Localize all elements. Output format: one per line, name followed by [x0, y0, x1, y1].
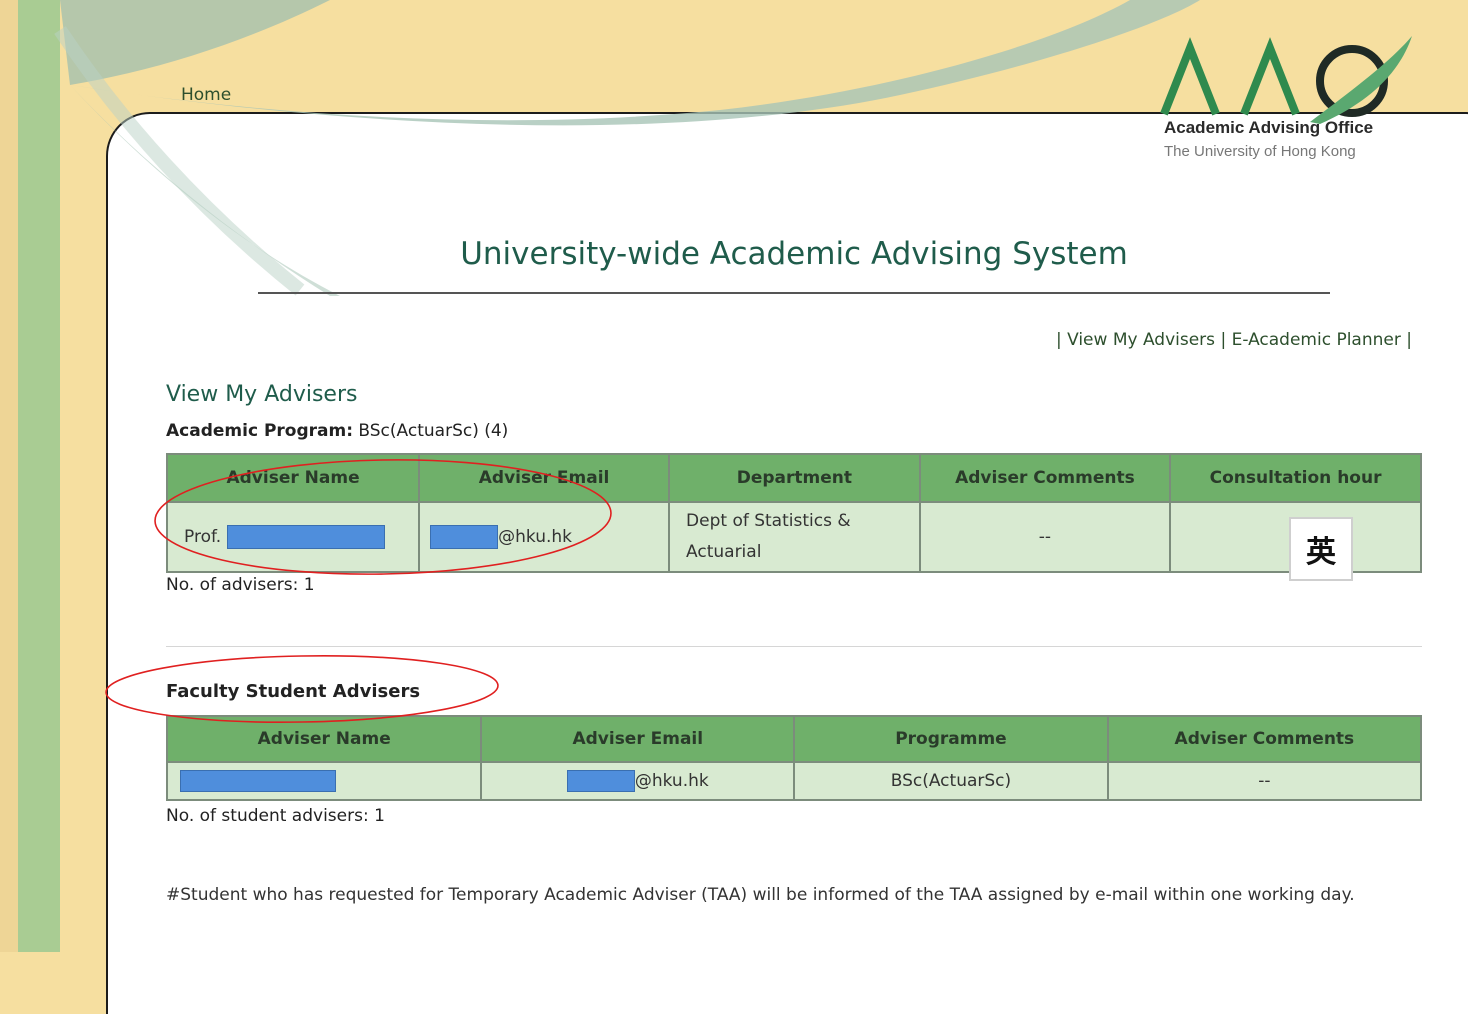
- header-adviser-name: Adviser Name: [165, 453, 421, 503]
- redacted-email-block: [566, 770, 635, 792]
- nav-separator: |: [1220, 330, 1227, 350]
- advisers-table: Adviser Name Adviser Email Department Ad…: [165, 453, 1422, 573]
- e-academic-planner-link[interactable]: E-Academic Planner: [1232, 330, 1401, 350]
- section-heading: View My Advisers: [166, 382, 358, 407]
- academic-program: Academic Program: BSc(ActuarSc) (4): [166, 421, 508, 441]
- header-adviser-comments: Adviser Comments: [1106, 715, 1423, 763]
- student-advisers-table: Adviser Name Adviser Email Programme Adv…: [165, 715, 1423, 801]
- page-title: University-wide Academic Advising System: [460, 236, 1128, 272]
- title-divider: [258, 292, 1330, 294]
- table-row: Prof. @hku.hk Dept of Statistics & Actua…: [165, 501, 1422, 573]
- view-my-advisers-link[interactable]: View My Advisers: [1067, 330, 1215, 350]
- header-adviser-comments: Adviser Comments: [918, 453, 1172, 503]
- adviser-email-cell: @hku.hk: [418, 501, 671, 573]
- redacted-name-block: [180, 770, 336, 792]
- programme-cell: BSc(ActuarSc): [793, 761, 1109, 801]
- redacted-name-block: [226, 525, 385, 549]
- nav-separator: |: [1055, 330, 1062, 350]
- header-adviser-name: Adviser Name: [165, 715, 483, 763]
- ime-indicator[interactable]: 英: [1289, 517, 1353, 581]
- table-header-row: Adviser Name Adviser Email Department Ad…: [165, 453, 1422, 503]
- logo-title: Academic Advising Office: [1164, 118, 1374, 137]
- adviser-count: No. of advisers: 1: [166, 575, 315, 595]
- adviser-name-cell: Prof.: [165, 501, 421, 573]
- adviser-email-suffix: @hku.hk: [498, 527, 573, 547]
- header-department: Department: [668, 453, 921, 503]
- redacted-email-block: [430, 525, 499, 549]
- header-programme: Programme: [793, 715, 1109, 763]
- student-adviser-email-cell: @hku.hk: [480, 761, 796, 801]
- faculty-student-advisers-heading: Faculty Student Advisers: [166, 681, 421, 702]
- logo-subtitle: The University of Hong Kong: [1164, 143, 1356, 160]
- student-adviser-email-suffix: @hku.hk: [634, 771, 709, 791]
- home-link[interactable]: Home: [181, 85, 231, 105]
- section-divider: [166, 646, 1422, 647]
- taa-note: #Student who has requested for Temporary…: [166, 885, 1355, 905]
- student-adviser-name-cell: [165, 761, 483, 801]
- top-navigation: | View My Advisers | E-Academic Planner …: [1056, 330, 1412, 350]
- header-adviser-email: Adviser Email: [418, 453, 671, 503]
- academic-program-label: Academic Program:: [166, 421, 353, 441]
- academic-program-value: BSc(ActuarSc) (4): [358, 421, 509, 441]
- adviser-name-prefix: Prof.: [184, 527, 222, 547]
- header-consultation-hour: Consultation hour: [1169, 453, 1422, 503]
- header-adviser-email: Adviser Email: [480, 715, 796, 763]
- comments-cell: --: [918, 501, 1172, 573]
- nav-separator: |: [1406, 330, 1412, 350]
- table-row: @hku.hk BSc(ActuarSc) --: [165, 761, 1423, 801]
- department-cell: Dept of Statistics & Actuarial: [668, 501, 921, 573]
- table-header-row: Adviser Name Adviser Email Programme Adv…: [165, 715, 1423, 763]
- comments-cell: --: [1106, 761, 1423, 801]
- student-adviser-count: No. of student advisers: 1: [166, 806, 385, 826]
